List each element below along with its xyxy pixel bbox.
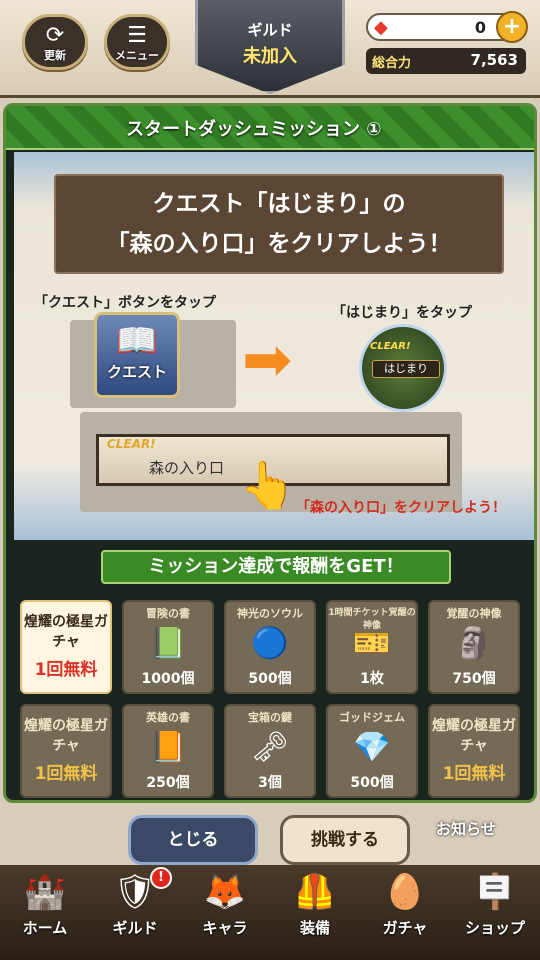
reward-count: 500個 — [350, 775, 394, 791]
total-power: 総合力 7,563 — [366, 48, 526, 74]
reward-cell[interactable]: 1時間チケット覚醒の神像 🎫 1枚 — [326, 600, 418, 694]
reward-count: 500個 — [248, 671, 292, 687]
challenge-button[interactable]: 挑戦する — [280, 815, 410, 865]
modal-header: スタートダッシュミッション ① — [6, 106, 534, 150]
modal-title: スタートダッシュミッション ① — [126, 119, 382, 140]
refresh-label: 更新 — [44, 49, 66, 62]
step3-label: 「森の入り口」をクリアしよう！ — [296, 500, 506, 516]
hajimari-stage-icon: CLEAR! はじまり — [359, 324, 447, 412]
book-icon: 📖 — [115, 321, 159, 361]
reward-count: 1回無料 — [34, 764, 98, 784]
reward-name: 冒険の書 — [146, 607, 190, 620]
nav-home[interactable]: 🏰 ホーム — [0, 867, 90, 959]
character-icon: 🦊 — [203, 872, 247, 912]
reward-name: 煌耀の極星ガチャ — [432, 718, 516, 754]
arrow-right-icon: ➡ — [242, 325, 293, 395]
reward-title: ミッション達成で報酬をGET！ — [101, 550, 451, 584]
reward-cell[interactable]: 煌耀の極星ガチャ 1回無料 — [20, 600, 112, 694]
nav-gacha-label: ガチャ — [382, 919, 428, 937]
reward-count: 1枚 — [360, 671, 384, 687]
guild-title: ギルド — [247, 21, 293, 39]
statue-icon: 🗿 — [455, 626, 493, 661]
hajimari-label: はじまり — [372, 360, 440, 378]
reward-count: 750個 — [452, 671, 496, 687]
reward-count: 1回無料 — [442, 764, 506, 784]
reward-name: 煌耀の極星ガチャ — [24, 718, 108, 754]
nav-shop[interactable]: 🪧 ショップ — [450, 867, 540, 959]
reward-count: 250個 — [146, 775, 190, 791]
step1-label: 「クエスト」ボタンをタップ — [34, 295, 216, 311]
reward-cell[interactable]: ゴッドジェム 💎 500個 — [326, 704, 418, 798]
menu-icon: ☰ — [127, 23, 147, 48]
reward-cell[interactable]: 煌耀の極星ガチャ 1回無料 — [428, 704, 520, 798]
nav-chara-label: キャラ — [202, 919, 248, 937]
top-bar: ⟳ 更新 ☰ メニュー ギルド 未加入 ◆ 0 + 総合力 7,563 — [0, 0, 540, 98]
reward-name: 覚醒の神像 — [446, 607, 502, 620]
nav-equip-label: 装備 — [299, 919, 330, 937]
tutorial-illustration: クエスト「はじまり」の 「森の入り口」をクリアしよう！ 「クエスト」ボタンをタッ… — [14, 152, 534, 540]
reward-name: ゴッドジェム — [339, 711, 405, 724]
guild-badge[interactable]: ギルド 未加入 — [195, 0, 345, 94]
close-button[interactable]: とじる — [128, 815, 258, 865]
nav-chara[interactable]: 🦊 キャラ — [180, 867, 270, 959]
gem-icon: ◆ — [374, 17, 388, 38]
power-value: 7,563 — [470, 51, 518, 69]
nav-guild[interactable]: 🛡 ギルド ! — [90, 867, 180, 959]
menu-label: メニュー — [115, 49, 159, 62]
shop-sign-icon: 🪧 — [473, 872, 517, 912]
key-icon: 🗝 — [250, 730, 290, 765]
reward-name: 煌耀の極星ガチャ — [24, 614, 108, 650]
reward-count: 1回無料 — [34, 660, 98, 680]
mission-modal: スタートダッシュミッション ① クエスト「はじまり」の 「森の入り口」をクリアし… — [3, 103, 537, 803]
gem-counter: ◆ 0 + — [366, 11, 528, 43]
refresh-button[interactable]: ⟳ 更新 — [22, 14, 88, 70]
armor-icon: 🦺 — [293, 872, 337, 912]
nav-shop-label: ショップ — [464, 919, 525, 937]
clear-tag: CLEAR! — [107, 437, 156, 451]
notice-button[interactable]: お知らせ — [436, 818, 496, 839]
nav-gacha[interactable]: 🥚 ガチャ — [360, 867, 450, 959]
reward-cell[interactable]: 覚醒の神像 🗿 750個 — [428, 600, 520, 694]
gem-icon: 💎 — [353, 730, 391, 765]
reward-count: 1000個 — [141, 671, 195, 687]
add-gem-button[interactable]: + — [496, 11, 528, 43]
soul-icon: 🔵 — [251, 626, 289, 661]
home-icon: 🏰 — [23, 872, 67, 912]
power-label: 総合力 — [372, 56, 412, 71]
reward-cell[interactable]: 煌耀の極星ガチャ 1回無料 — [20, 704, 112, 798]
gem-value: 0 — [474, 18, 486, 37]
reward-name: 英雄の書 — [146, 711, 190, 724]
reward-name: 神光のソウル — [237, 607, 303, 620]
mori-label: 森の入り口 — [149, 459, 225, 477]
bottom-nav: 🏰 ホーム 🛡 ギルド ! 🦊 キャラ 🦺 装備 🥚 ガチャ 🪧 ショップ — [0, 865, 540, 960]
reward-count: 3個 — [258, 775, 282, 791]
quest-banner: クエスト「はじまり」の 「森の入り口」をクリアしよう！ — [54, 174, 504, 274]
notification-badge: ! — [150, 867, 172, 889]
menu-button[interactable]: ☰ メニュー — [104, 14, 170, 70]
guild-status: 未加入 — [243, 46, 297, 67]
gacha-egg-icon: 🥚 — [383, 872, 427, 912]
ticket-icon: 🎫 — [353, 626, 391, 661]
reward-cell[interactable]: 英雄の書 📙 250個 — [122, 704, 214, 798]
reward-name: 宝箱の鍵 — [248, 711, 292, 724]
nav-home-label: ホーム — [22, 919, 68, 937]
clear-tag: CLEAR! — [370, 341, 411, 352]
quest-line-2: 「森の入り口」をクリアしよう！ — [106, 231, 452, 257]
reward-cell[interactable]: 宝箱の鍵 🗝 3個 — [224, 704, 316, 798]
quest-line-1: クエスト「はじまり」の — [152, 191, 406, 217]
nav-guild-label: ギルド — [112, 919, 158, 937]
pointing-hand-icon: 👆 — [239, 458, 297, 512]
quest-button-icon: 📖 クエスト — [94, 312, 180, 398]
nav-equip[interactable]: 🦺 装備 — [270, 867, 360, 959]
reward-cell[interactable]: 冒険の書 📗 1000個 — [122, 600, 214, 694]
reward-cell[interactable]: 神光のソウル 🔵 500個 — [224, 600, 316, 694]
book-icon: 📗 — [149, 626, 187, 661]
book-icon: 📙 — [149, 730, 187, 765]
quest-icon-label: クエスト — [106, 363, 167, 381]
refresh-icon: ⟳ — [45, 23, 65, 48]
step2-label: 「はじまり」をタップ — [332, 305, 472, 321]
